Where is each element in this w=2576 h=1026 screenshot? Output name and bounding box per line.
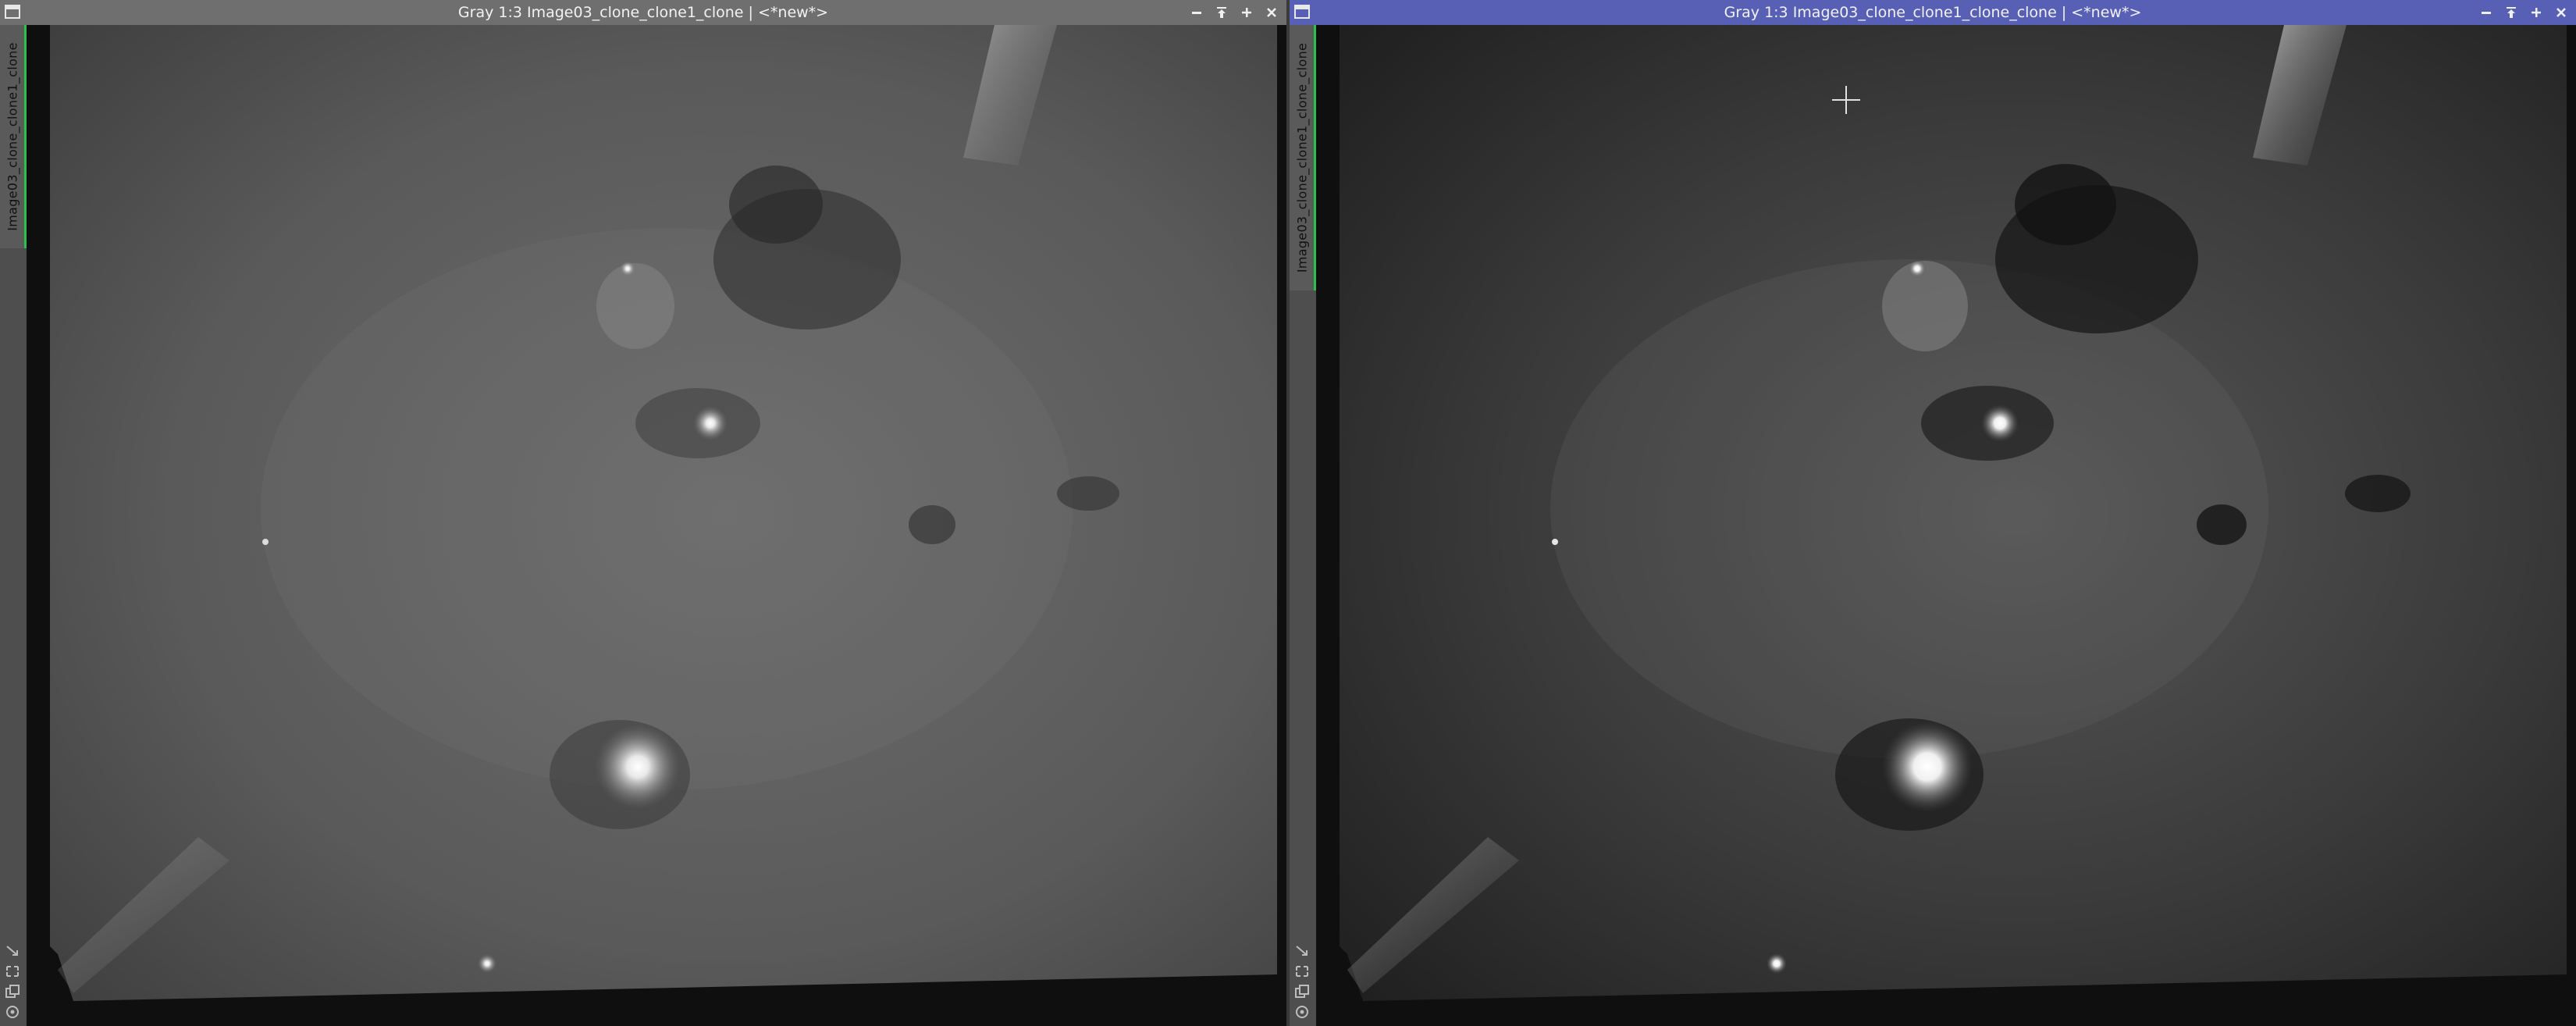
astro-image [50, 25, 1277, 1001]
maximize-icon [1242, 8, 1251, 17]
shade-button[interactable] [1212, 2, 1232, 23]
bright-star [1882, 721, 1973, 812]
minimize-icon [1192, 12, 1201, 14]
zoom-icon[interactable] [4, 964, 21, 979]
maximize-button[interactable] [2526, 2, 2546, 23]
close-icon [1267, 8, 1276, 17]
close-button[interactable] [1261, 2, 1282, 23]
settings-icon[interactable] [1293, 1004, 1311, 1020]
view-id-label: Image03_clone_clone1_clone [5, 42, 20, 231]
fit-icon[interactable] [4, 943, 21, 959]
settings-icon[interactable] [4, 1004, 21, 1020]
maximize-button[interactable] [1236, 2, 1257, 23]
minimize-button[interactable] [2476, 2, 2496, 23]
clone-icon[interactable] [4, 984, 21, 999]
fit-icon[interactable] [1293, 943, 1311, 959]
image-viewport[interactable] [27, 25, 1286, 1026]
view-id-label: Image03_clone_clone1_clone_clone [1294, 42, 1309, 273]
title-bar-left[interactable]: Gray 1:3 Image03_clone_clone1_clone | <*… [0, 0, 1286, 25]
view-id-tab[interactable]: Image03_clone_clone1_clone [0, 25, 27, 248]
image-viewport[interactable] [1316, 25, 2576, 1026]
shade-button[interactable] [2501, 2, 2521, 23]
image-window-left[interactable]: Gray 1:3 Image03_clone_clone1_clone | <*… [0, 0, 1286, 1026]
title-bar-right[interactable]: Gray 1:3 Image03_clone_clone1_clone_clon… [1290, 0, 2576, 25]
minimize-icon [2482, 12, 2491, 14]
close-icon [2556, 8, 2566, 17]
image-window-right[interactable]: Gray 1:3 Image03_clone_clone1_clone_clon… [1290, 0, 2576, 1026]
clone-icon[interactable] [1293, 984, 1311, 999]
shade-icon [1217, 7, 1226, 18]
window-title: Gray 1:3 Image03_clone_clone1_clone | <*… [457, 4, 829, 21]
bright-star [595, 724, 681, 810]
close-button[interactable] [2551, 2, 2571, 23]
minimize-button[interactable] [1187, 2, 1207, 23]
view-id-tab[interactable]: Image03_clone_clone1_clone_clone [1290, 25, 1316, 290]
maximize-icon [2532, 8, 2541, 17]
astro-image [1340, 25, 2567, 1001]
window-title: Gray 1:3 Image03_clone_clone1_clone_clon… [1724, 4, 2142, 21]
zoom-icon[interactable] [1293, 964, 1311, 979]
shade-icon [2507, 7, 2516, 18]
